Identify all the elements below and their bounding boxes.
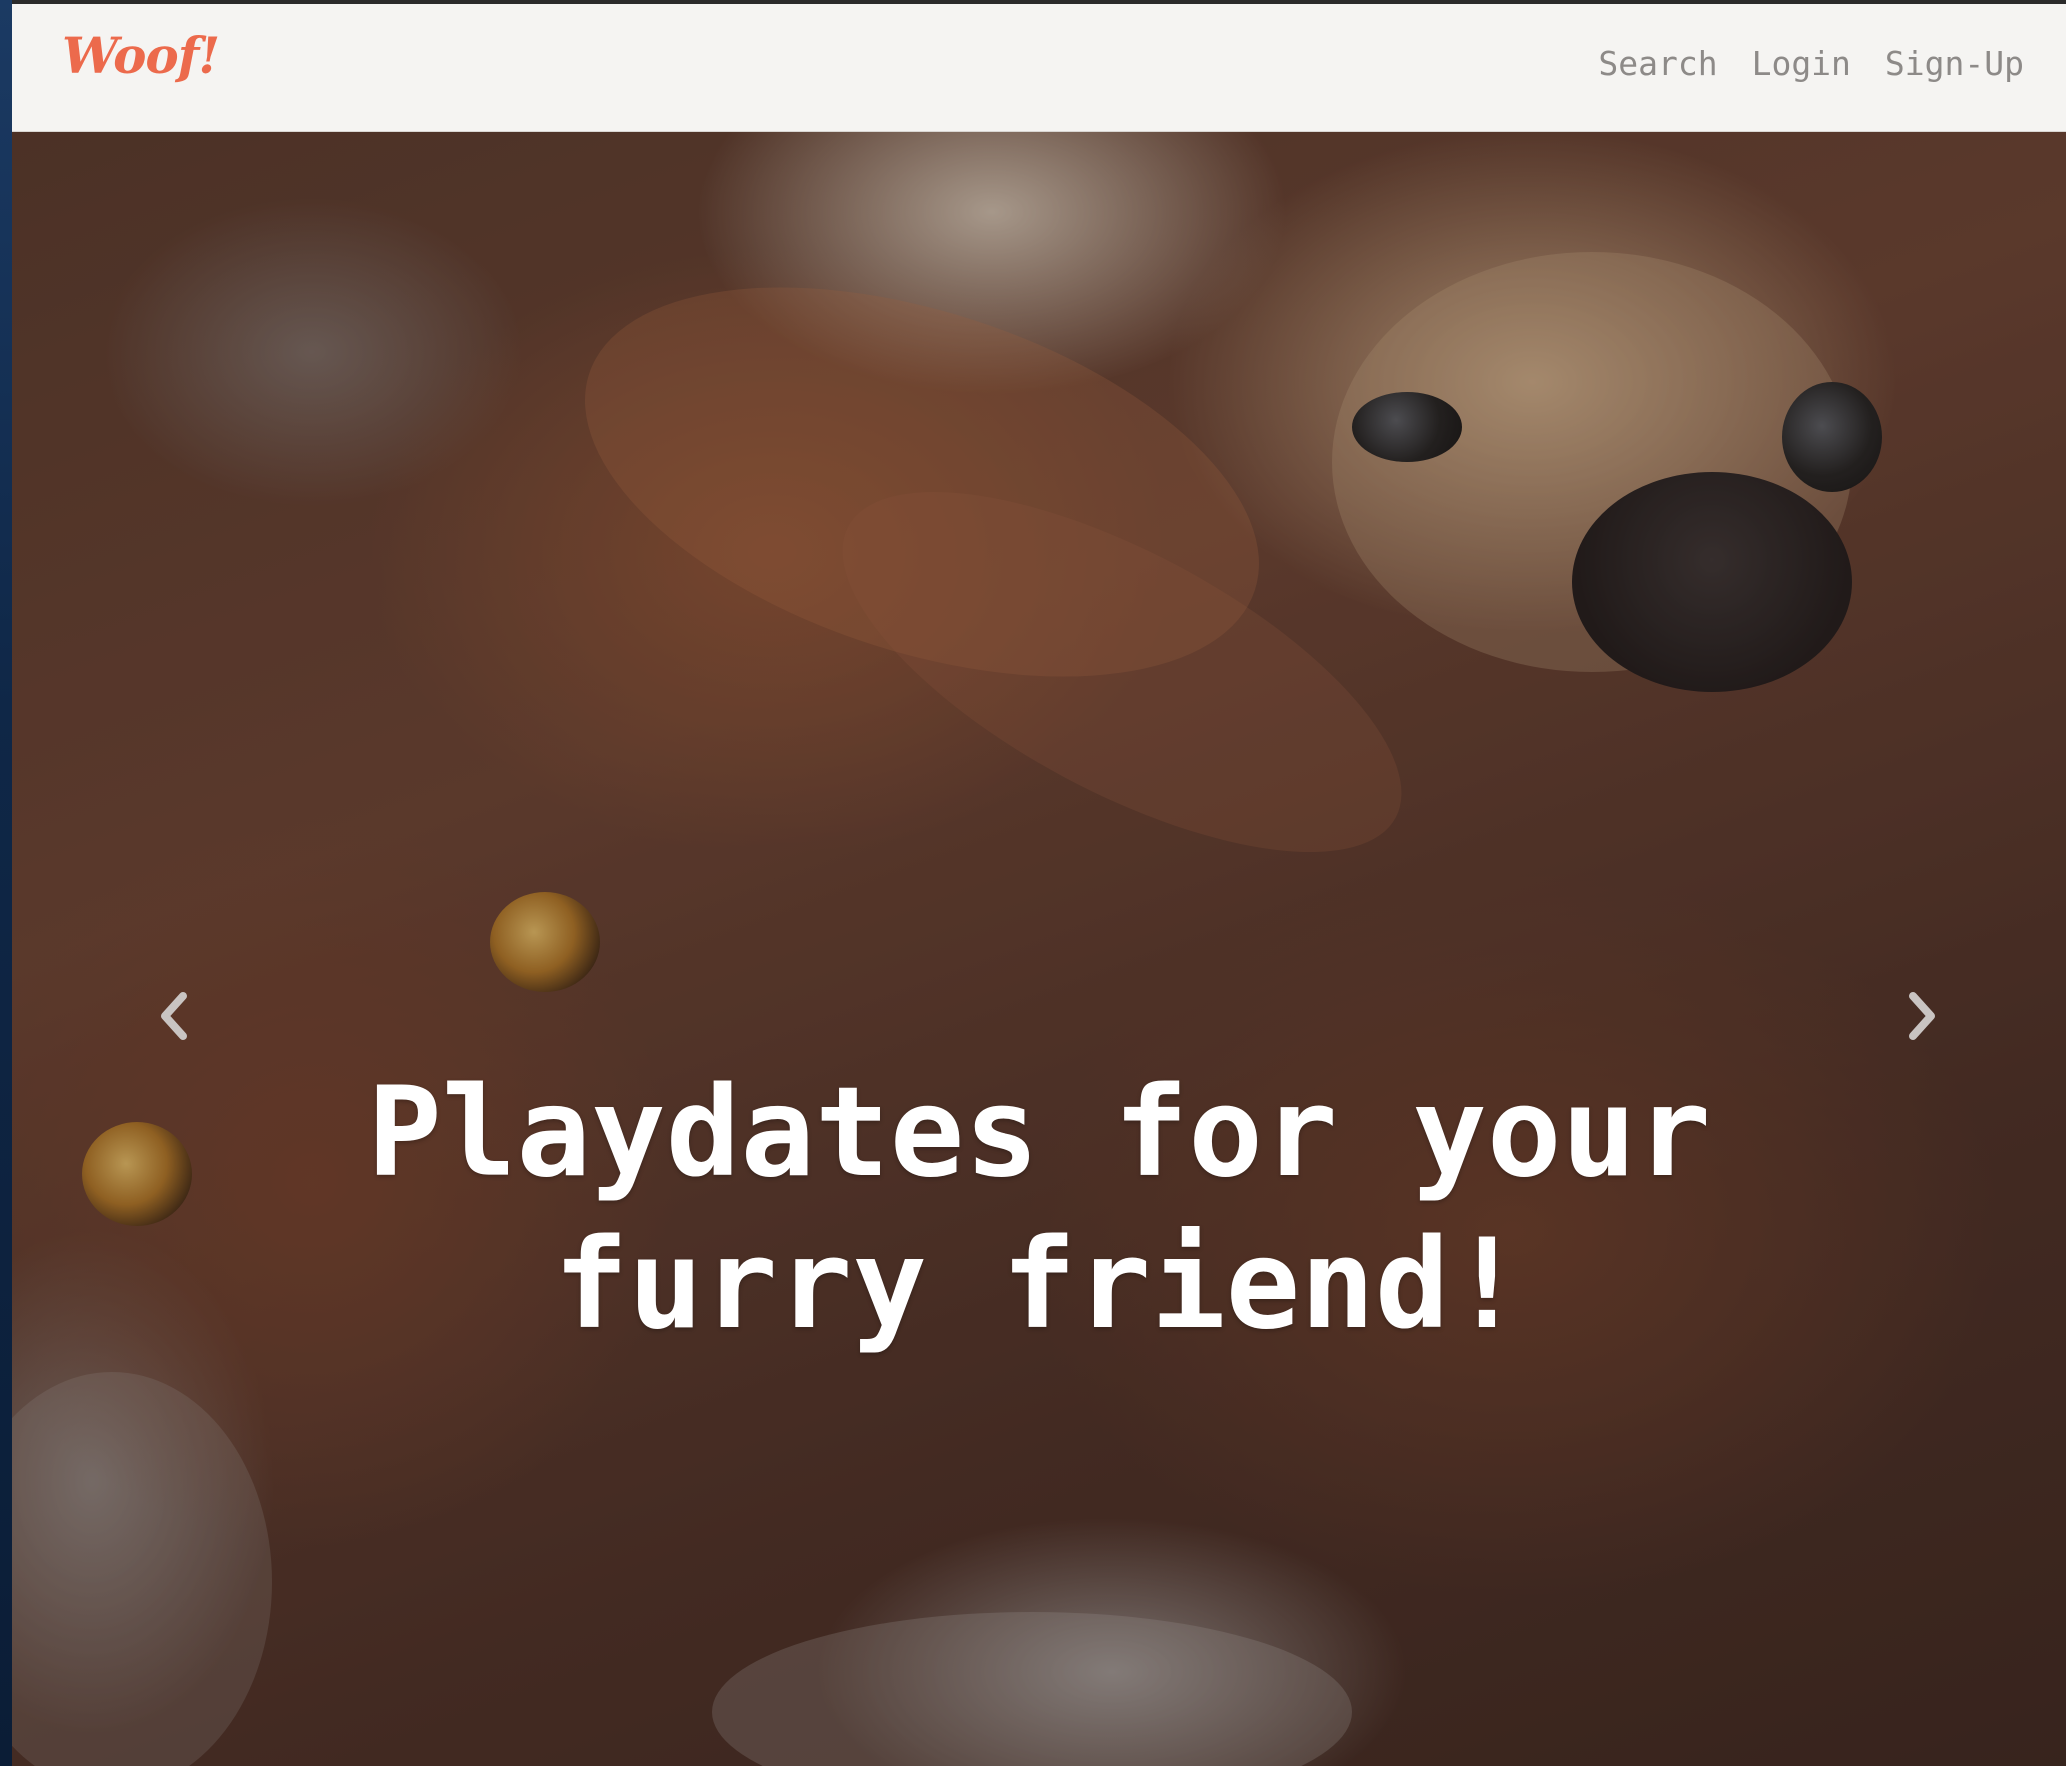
nav-link-search[interactable]: Search	[1598, 44, 1717, 84]
nav-link-login[interactable]: Login	[1752, 44, 1851, 84]
chevron-right-icon	[1909, 992, 1935, 1040]
nav-link-sign-up[interactable]: Sign-Up	[1885, 44, 2024, 84]
hero-headline-line-1: Playdates for your	[367, 1061, 1711, 1206]
chevron-left-icon	[161, 992, 187, 1040]
browser-window: Woof! Search Login Sign-Up Playdates for…	[12, 0, 2066, 1766]
hero-headline-line-2: furry friend!	[553, 1213, 1525, 1358]
brand-logo[interactable]: Woof!	[62, 26, 220, 86]
hero-overlay	[12, 132, 2066, 1766]
hero-headline: Playdates for your furry friend!	[12, 1057, 2066, 1361]
nav-links: Search Login Sign-Up	[1598, 44, 2024, 84]
navbar: Woof! Search Login Sign-Up	[12, 4, 2066, 132]
carousel-next-button[interactable]	[1892, 976, 1952, 1056]
carousel-prev-button[interactable]	[144, 976, 204, 1056]
hero-carousel: Playdates for your furry friend!	[12, 132, 2066, 1766]
